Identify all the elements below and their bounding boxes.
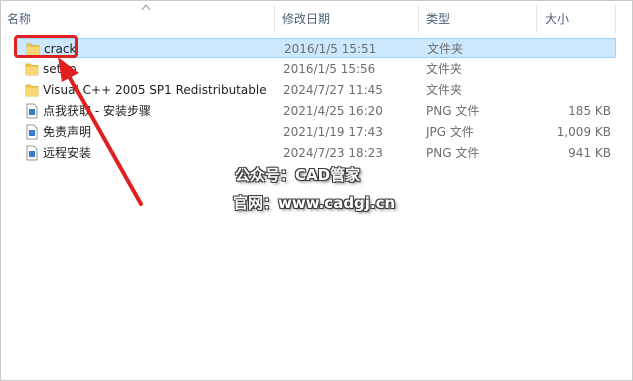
annotation-highlight-box: [14, 35, 78, 58]
image-file-icon: [26, 103, 38, 119]
column-divider[interactable]: [274, 5, 275, 33]
column-header-name[interactable]: 名称: [7, 1, 31, 36]
column-divider[interactable]: [418, 5, 419, 33]
file-size: 1,009 KB: [556, 125, 611, 139]
file-date: 2016/1/5 15:51: [284, 42, 377, 56]
file-type: JPG 文件: [426, 125, 474, 139]
image-file-icon: [26, 145, 38, 161]
file-date: 2021/4/25 16:20: [283, 104, 383, 118]
file-size: 185 KB: [568, 104, 611, 118]
file-row-install-steps[interactable]: 点我获取 - 安装步骤 2021/4/25 16:20 PNG 文件 185 K…: [15, 101, 616, 121]
file-name: 远程安装: [43, 146, 92, 160]
file-type: 文件夹: [426, 62, 463, 76]
folder-icon: [25, 84, 39, 97]
file-name: 免责声明: [43, 125, 92, 139]
file-date: 2024/7/23 18:23: [283, 146, 383, 160]
file-type: 文件夹: [427, 42, 464, 56]
file-name: 点我获取 - 安装步骤: [43, 104, 151, 118]
column-header-size[interactable]: 大小: [545, 1, 569, 36]
watermark-wechat: 公众号：CAD管家: [235, 166, 361, 184]
column-header-type[interactable]: 类型: [426, 1, 450, 36]
file-type: PNG 文件: [426, 104, 480, 118]
file-row-disclaimer[interactable]: 免责声明 2021/1/19 17:43 JPG 文件 1,009 KB: [15, 122, 616, 142]
file-row-remote-install[interactable]: 远程安装 2024/7/23 18:23 PNG 文件 941 KB: [15, 143, 616, 163]
column-divider[interactable]: [536, 5, 537, 33]
file-name: setup: [43, 62, 77, 76]
file-row-crack[interactable]: crack 2016/1/5 15:51 文件夹: [15, 38, 616, 58]
file-date: 2021/1/19 17:43: [283, 125, 383, 139]
file-type: PNG 文件: [426, 146, 480, 160]
folder-icon: [25, 63, 39, 76]
watermark-website: 官网：www.cadgj.cn: [233, 194, 396, 212]
file-size: 941 KB: [568, 146, 611, 160]
file-row-setup[interactable]: setup 2016/1/5 15:56 文件夹: [15, 59, 616, 79]
file-explorer-pane: 名称 修改日期 类型 大小 crack 2016/1/5 15:51 文件夹 s…: [0, 0, 633, 381]
file-date: 2024/7/27 11:45: [283, 83, 383, 97]
sort-ascending-icon: [141, 4, 151, 11]
file-name: Visual C++ 2005 SP1 Redistributable: [43, 83, 267, 97]
file-type: 文件夹: [426, 83, 463, 97]
column-header-bar: 名称 修改日期 类型 大小: [1, 1, 632, 36]
column-divider[interactable]: [615, 5, 616, 33]
file-row-visual-cpp[interactable]: Visual C++ 2005 SP1 Redistributable 2024…: [15, 80, 616, 100]
file-date: 2016/1/5 15:56: [283, 62, 376, 76]
image-file-icon: [26, 124, 38, 140]
column-header-date[interactable]: 修改日期: [282, 1, 330, 36]
